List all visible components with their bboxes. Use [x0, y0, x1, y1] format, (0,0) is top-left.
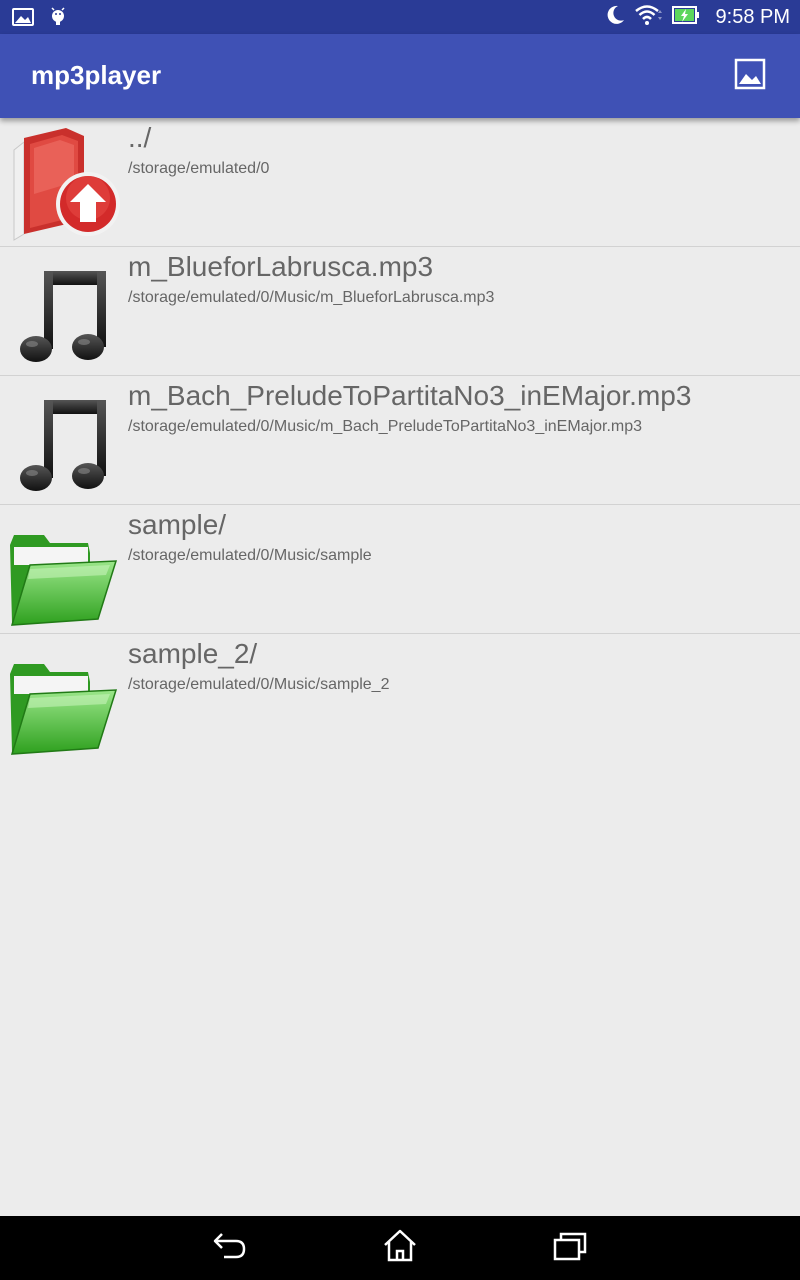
list-item[interactable]: ../ /storage/emulated/0	[0, 118, 800, 247]
file-name: sample_2/	[128, 638, 258, 669]
back-button[interactable]	[210, 1228, 250, 1268]
folder-icon	[4, 509, 124, 629]
file-name: ../	[128, 122, 152, 153]
wifi-icon	[634, 4, 664, 30]
list-item[interactable]: m_BlueforLabrusca.mp3 /storage/emulated/…	[0, 247, 800, 376]
status-bar: 9:58 PM	[0, 0, 800, 34]
file-path: /storage/emulated/0/Music/m_BlueforLabru…	[128, 289, 495, 306]
list-item[interactable]: sample_2/ /storage/emulated/0/Music/samp…	[0, 634, 800, 763]
music-note-icon	[4, 251, 124, 371]
moon-icon	[604, 4, 626, 30]
file-name: sample/	[128, 509, 227, 540]
home-button[interactable]	[380, 1228, 420, 1268]
file-name: m_BlueforLabrusca.mp3	[128, 251, 434, 282]
file-list: ../ /storage/emulated/0 m_BlueforLabrusc…	[0, 118, 800, 763]
navigation-bar	[0, 1216, 800, 1280]
image-icon	[734, 58, 766, 94]
music-note-icon	[4, 380, 124, 500]
back-icon	[212, 1230, 248, 1266]
image-action-button[interactable]	[730, 56, 770, 96]
list-item[interactable]: sample/ /storage/emulated/0/Music/sample	[0, 505, 800, 634]
recent-apps-icon	[552, 1230, 588, 1266]
app-bar: mp3player	[0, 34, 800, 118]
file-path: /storage/emulated/0/Music/sample_2	[128, 676, 390, 693]
app-title: mp3player	[31, 60, 162, 90]
recent-apps-button[interactable]	[550, 1228, 590, 1268]
home-icon	[382, 1229, 418, 1267]
status-time: 9:58 PM	[715, 5, 790, 28]
android-debug-icon	[50, 7, 66, 31]
parent-folder-up-icon	[4, 122, 124, 242]
file-path: /storage/emulated/0/Music/m_Bach_Prelude…	[128, 418, 643, 435]
list-item[interactable]: m_Bach_PreludeToPartitaNo3_inEMajor.mp3 …	[0, 376, 800, 505]
folder-icon	[4, 638, 124, 758]
file-path: /storage/emulated/0	[128, 160, 270, 177]
image-notification-icon	[12, 7, 34, 31]
file-path: /storage/emulated/0/Music/sample	[128, 547, 372, 564]
battery-charging-icon	[671, 5, 700, 29]
file-name: m_Bach_PreludeToPartitaNo3_inEMajor.mp3	[128, 380, 692, 411]
